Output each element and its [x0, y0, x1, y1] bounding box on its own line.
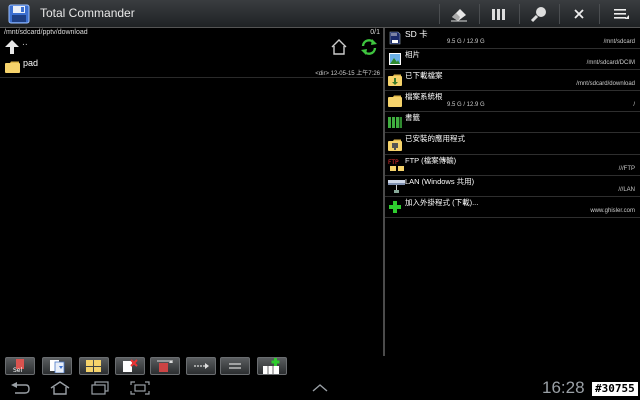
lan-icon [388, 180, 405, 193]
list-item[interactable]: pad <dir> 12-05-15 上午7:26 [0, 57, 384, 78]
magnifier-icon [530, 7, 546, 23]
columns-icon [492, 9, 505, 20]
location-item-sd-card[interactable]: SD 卡 9.5 G / 12.9 G /mnt/sdcard [385, 28, 640, 49]
location-item-root[interactable]: 檔案系統根 9.5 G / 12.9 G / [385, 91, 640, 112]
current-path: /mnt/sdcard/pptv/download [4, 29, 88, 36]
separator [599, 4, 600, 24]
search-button[interactable] [522, 0, 556, 28]
location-path: ///FTP [618, 166, 635, 172]
delete-button[interactable] [115, 357, 145, 375]
parent-directory-label: .. [22, 38, 28, 48]
select-icon: Sel [13, 359, 24, 373]
location-path: ///LAN [618, 187, 635, 193]
svg-text:FTP: FTP [388, 159, 399, 166]
location-name: SD 卡 [405, 29, 428, 39]
parent-directory-row[interactable]: .. [0, 37, 384, 57]
location-size: 9.5 G / 12.9 G [447, 102, 485, 108]
location-item-ftp[interactable]: FTP FTP (檔案傳輸) ///FTP [385, 155, 640, 176]
recent-apps-icon [91, 381, 109, 395]
title-bar: Total Commander [0, 0, 640, 28]
sd-card-icon [389, 31, 401, 45]
home-nav-button[interactable] [48, 380, 72, 396]
photo-icon [389, 53, 401, 65]
refresh-icon[interactable] [360, 38, 378, 56]
location-name: FTP (檔案傳輸) [405, 156, 457, 165]
menu-button[interactable] [604, 0, 638, 28]
recent-apps-button[interactable] [88, 380, 112, 396]
bookmarks-icon [388, 117, 402, 128]
separator [559, 4, 560, 24]
home-nav-icon [50, 381, 70, 395]
selection-count: 0/1 [370, 29, 380, 36]
file-meta: <dir> 12-05-15 上午7:26 [315, 71, 380, 77]
back-button[interactable] [8, 380, 32, 396]
location-item-bookmarks[interactable]: 書籤 [385, 112, 640, 133]
equal-panels-button[interactable] [220, 357, 250, 375]
system-navigation-bar: 16:28 [0, 376, 640, 400]
apps-folder-icon [388, 139, 402, 151]
swap-panels-icon [194, 363, 209, 369]
location-size: 9.5 G / 12.9 G [447, 39, 485, 45]
close-button[interactable] [562, 0, 596, 28]
eraser-button[interactable] [442, 0, 476, 28]
new-folder-icon [263, 358, 280, 374]
add-plugin-icon [389, 201, 401, 213]
equal-panels-icon [229, 363, 241, 369]
copy-icon [50, 360, 65, 373]
floppy-disk-icon[interactable] [8, 4, 30, 24]
screenshot-button[interactable] [128, 380, 152, 396]
pack-button[interactable] [79, 357, 109, 375]
screenshot-icon [130, 381, 150, 395]
file-name: pad [23, 58, 39, 68]
chevron-up-icon [312, 384, 328, 392]
location-item-lan[interactable]: LAN (Windows 共用) ///LAN [385, 176, 640, 197]
location-name: 相片 [405, 50, 420, 59]
swap-panels-button[interactable] [186, 357, 216, 375]
back-icon [11, 382, 30, 394]
ftp-icon: FTP [388, 159, 404, 171]
separator [519, 4, 520, 24]
location-path: www.ghisler.com [590, 208, 635, 214]
eraser-icon [451, 9, 467, 22]
app-title: Total Commander [40, 6, 135, 20]
location-name: 檔案系統根 [405, 92, 443, 101]
location-path: / [633, 102, 635, 108]
new-folder-button[interactable] [257, 357, 287, 375]
copy-button[interactable] [42, 357, 72, 375]
sort-icon [157, 360, 173, 372]
location-path: /mnt/sdcard [603, 39, 635, 45]
location-item-installed-apps[interactable]: 已安裝的應用程式 [385, 133, 640, 155]
arrow-up-icon [5, 40, 19, 54]
folder-icon [388, 95, 402, 107]
columns-button[interactable] [482, 0, 516, 28]
download-folder-icon [388, 74, 402, 86]
location-name: 加入外掛程式 (下載)... [405, 198, 479, 207]
watermark-badge: #30755 [592, 382, 638, 396]
pack-icon [86, 360, 101, 372]
left-file-panel[interactable]: /mnt/sdcard/pptv/download 0/1 .. pad <di… [0, 28, 384, 356]
right-location-panel[interactable]: SD 卡 9.5 G / 12.9 G /mnt/sdcard 相片 /mnt/… [385, 28, 640, 356]
close-icon [574, 9, 584, 19]
location-name: 已安裝的應用程式 [405, 134, 465, 143]
delete-icon [123, 359, 138, 372]
separator [439, 4, 440, 24]
location-name: 已下載檔案 [405, 71, 443, 80]
location-item-add-plugin[interactable]: 加入外掛程式 (下載)... www.ghisler.com [385, 197, 640, 218]
location-item-photos[interactable]: 相片 /mnt/sdcard/DCIM [385, 49, 640, 70]
expand-up-button[interactable] [308, 380, 332, 396]
location-name: 書籤 [405, 113, 420, 122]
folder-icon [5, 61, 20, 73]
location-path: /mnt/sdcard/download [576, 81, 635, 87]
select-button[interactable]: Sel [5, 357, 35, 375]
svg-text:Sel: Sel [13, 367, 23, 373]
separator [479, 4, 480, 24]
menu-icon [614, 9, 629, 19]
location-path: /mnt/sdcard/DCIM [586, 60, 635, 66]
location-name: LAN (Windows 共用) [405, 177, 475, 186]
location-item-downloads[interactable]: 已下載檔案 /mnt/sdcard/download [385, 70, 640, 91]
bottom-toolbar: Sel [0, 356, 640, 376]
sort-button[interactable] [150, 357, 180, 375]
home-icon[interactable] [330, 38, 348, 56]
status-clock: 16:28 [542, 378, 585, 397]
